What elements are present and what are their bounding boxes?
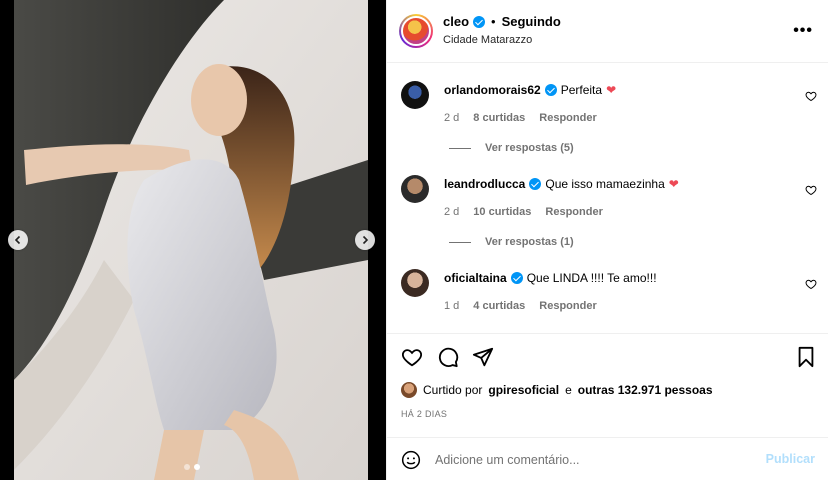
previous-slide-button[interactable] (8, 230, 28, 250)
comment-meta: 1 d 4 curtidas Responder (444, 300, 597, 312)
chevron-right-icon (362, 235, 369, 245)
post-header: cleo • Seguindo Cidade Matarazzo ••• (387, 0, 828, 63)
slide-dot-active (194, 464, 200, 470)
view-replies-button[interactable]: Ver respostas (1) (449, 236, 574, 248)
view-replies-button[interactable]: Ver respostas (5) (449, 142, 574, 154)
separator: • (491, 14, 496, 29)
comment-text: Que isso mamaezinha (545, 177, 665, 191)
emoji-smiley-icon[interactable] (401, 450, 421, 470)
more-options-icon[interactable]: ••• (793, 22, 813, 40)
comment-meta: 2 d 8 curtidas Responder (444, 112, 597, 124)
red-heart-emoji: ❤ (606, 83, 617, 97)
comment-line: orlandomorais62 Perfeita ❤ (444, 83, 616, 97)
add-comment-bar: Publicar (387, 437, 828, 480)
comment-age[interactable]: 2 d (444, 112, 459, 124)
post-photo[interactable] (14, 0, 368, 480)
likes-count-link[interactable]: outras 132.971 pessoas (578, 383, 713, 397)
author-avatar[interactable] (399, 14, 433, 48)
liker-avatar[interactable] (401, 382, 417, 398)
post-location[interactable]: Cidade Matarazzo (443, 34, 532, 46)
comment-bubble-icon[interactable] (437, 346, 459, 368)
like-comment-heart-icon[interactable] (805, 90, 817, 102)
commenter-username[interactable]: leandrodlucca (444, 177, 525, 191)
verified-badge-icon (473, 15, 486, 28)
slide-indicator (184, 464, 200, 470)
author-username[interactable]: cleo (443, 14, 469, 29)
next-slide-button[interactable] (355, 230, 375, 250)
verified-badge-icon (529, 178, 542, 190)
commenter-avatar[interactable] (401, 81, 429, 109)
comment-likes[interactable]: 4 curtidas (473, 300, 525, 312)
verified-badge-icon (510, 272, 523, 284)
liker-username[interactable]: gpiresoficial (488, 383, 559, 397)
reply-button[interactable]: Responder (539, 300, 596, 312)
commenter-avatar[interactable] (401, 269, 429, 297)
like-comment-heart-icon[interactable] (805, 278, 817, 290)
commenter-avatar[interactable] (401, 175, 429, 203)
likes-summary: Curtido por gpiresoficial e outras 132.9… (401, 382, 713, 398)
commenter-username[interactable]: oficialtaina (444, 271, 507, 285)
comment-text: Perfeita (560, 83, 603, 97)
comment-age[interactable]: 2 d (444, 206, 459, 218)
replies-line (449, 241, 471, 243)
like-heart-icon[interactable] (401, 346, 423, 368)
chevron-left-icon (14, 235, 21, 245)
comment-line: oficialtaina Que LINDA !!!! Te amo!!! (444, 271, 657, 285)
comment-likes[interactable]: 10 curtidas (473, 206, 531, 218)
share-send-icon[interactable] (472, 346, 494, 368)
comment-input[interactable] (435, 448, 755, 472)
verified-badge-icon (544, 84, 557, 96)
following-button[interactable]: Seguindo (502, 14, 561, 29)
view-replies-label: Ver respostas (5) (485, 142, 574, 154)
comment-line: leandrodlucca Que isso mamaezinha ❤ (444, 177, 679, 191)
reply-button[interactable]: Responder (545, 206, 602, 218)
post-dialog: cleo • Seguindo Cidade Matarazzo ••• orl… (0, 0, 828, 480)
post-media (0, 0, 386, 480)
save-bookmark-icon[interactable] (795, 346, 817, 368)
publish-button[interactable]: Publicar (766, 452, 815, 466)
comment-meta: 2 d 10 curtidas Responder (444, 206, 603, 218)
comment-likes[interactable]: 8 curtidas (473, 112, 525, 124)
post-sidebar: cleo • Seguindo Cidade Matarazzo ••• orl… (386, 0, 828, 480)
post-date[interactable]: HÁ 2 DIAS (401, 409, 447, 419)
red-heart-emoji: ❤ (668, 177, 679, 191)
photo-illustration (14, 0, 368, 480)
author-line: cleo • Seguindo (443, 14, 561, 29)
like-comment-heart-icon[interactable] (805, 184, 817, 196)
commenter-username[interactable]: orlandomorais62 (444, 83, 541, 97)
comment-text: Que LINDA !!!! Te amo!!! (526, 271, 657, 285)
likes-prefix: Curtido por (423, 383, 483, 397)
reply-button[interactable]: Responder (539, 112, 596, 124)
view-replies-label: Ver respostas (1) (485, 236, 574, 248)
replies-line (449, 147, 471, 149)
comment-age[interactable]: 1 d (444, 300, 459, 312)
post-actions (387, 333, 828, 377)
comments-list: orlandomorais62 Perfeita ❤ 2 d 8 curtida… (387, 63, 828, 333)
likes-middle: e (565, 383, 572, 397)
slide-dot (184, 464, 190, 470)
